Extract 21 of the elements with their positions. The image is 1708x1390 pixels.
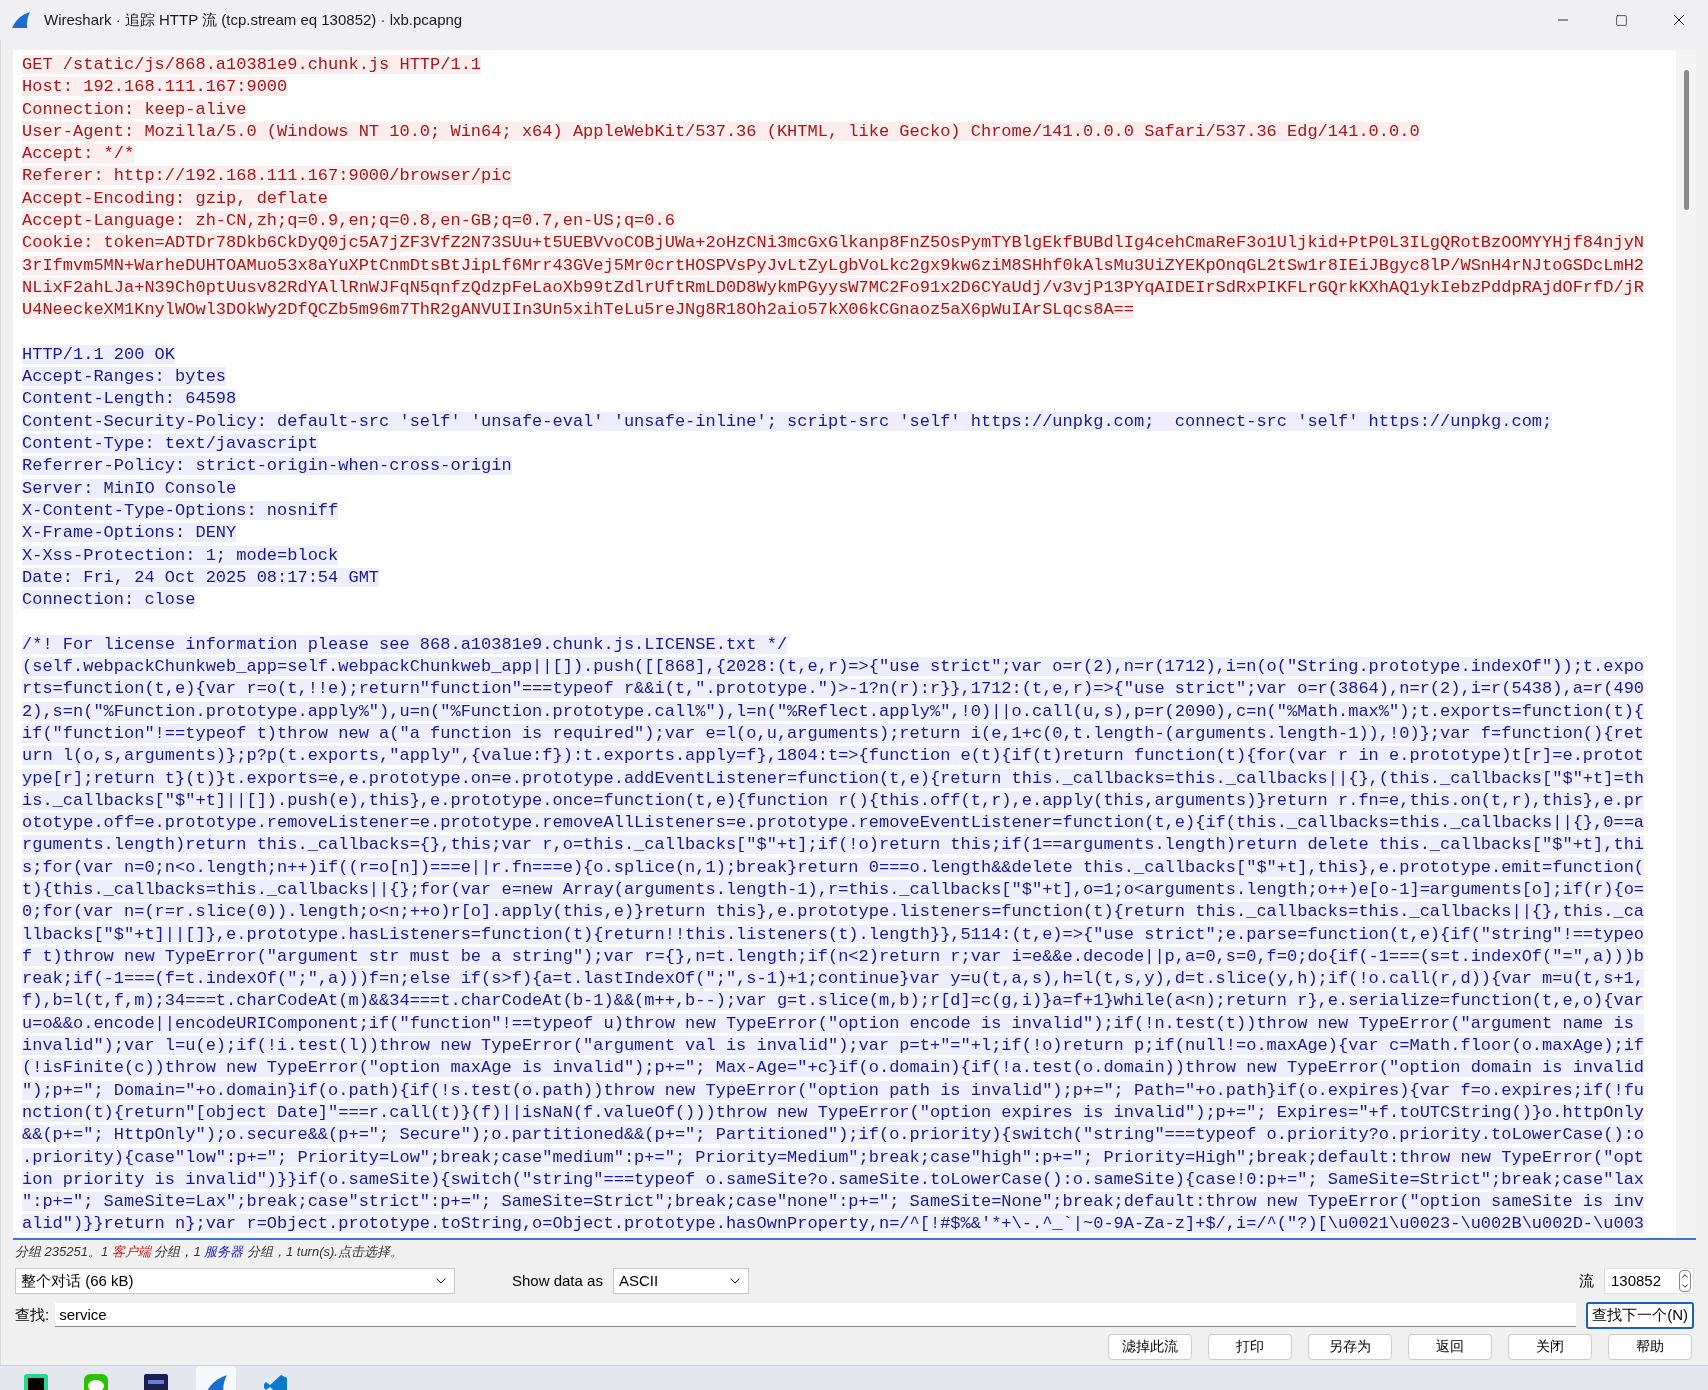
scrollbar[interactable] [1676,50,1696,1238]
fin-icon [10,11,32,29]
find-label: 查找: [15,1304,50,1325]
status-text: 分组 235251。1 客户端 分组，1 服务器 分组，1 turn(s).点击选择。 [15,1243,403,1262]
dialog-button[interactable]: 另存为 [1308,1334,1392,1360]
find-field[interactable]: service [55,1303,1577,1327]
show-data-dropdown[interactable]: ASCII [612,1268,749,1294]
show-data-label: Show data as [512,1270,603,1291]
window-title: Wireshark · 追踪 HTTP 流 (tcp.stream eq 130852) · lxb.pcapng [44,9,463,30]
dialog-button[interactable]: 滤掉此流 [1108,1334,1192,1360]
conversation-dropdown[interactable]: 整个对话 (66 kB) [15,1268,455,1294]
dialog-button[interactable]: 返回 [1408,1334,1492,1360]
spin-down-icon [1680,1281,1690,1291]
stream-label: 流 [1579,1270,1594,1291]
dialog-button[interactable]: 关闭 [1508,1334,1592,1360]
scrollbar-thumb[interactable] [1683,70,1689,210]
spin-up-icon [1680,1271,1690,1281]
dialog-button[interactable]: 帮助 [1608,1334,1692,1360]
stream-number-spinbox[interactable]: 130852 [1604,1268,1694,1294]
dialog-button[interactable]: 打印 [1208,1334,1292,1360]
find-next-button[interactable]: 查找下一个(N) [1586,1301,1694,1329]
